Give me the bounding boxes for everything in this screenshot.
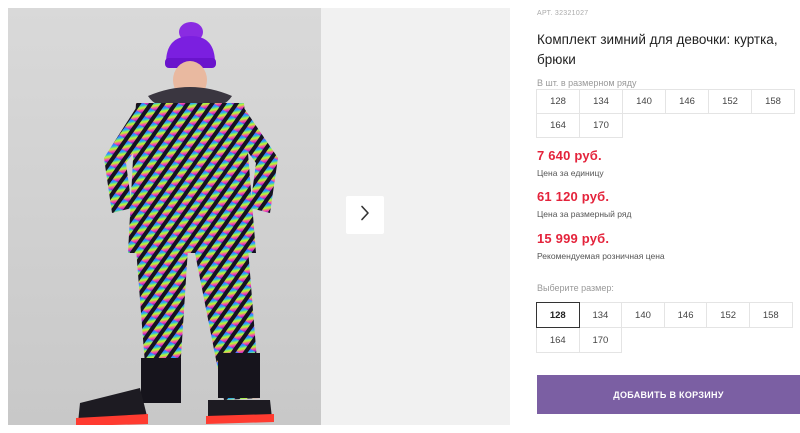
- size-row-grid: 128 134 140 146 152 158 164 170: [536, 89, 795, 138]
- size-row-cell: 158: [751, 89, 795, 114]
- size-row-cell: 152: [708, 89, 752, 114]
- product-title: Комплект зимний для девочки: куртка, брю…: [537, 32, 778, 67]
- size-row-cell: 164: [536, 113, 580, 138]
- product-image: [76, 22, 278, 425]
- size-option-128[interactable]: 128: [536, 302, 580, 328]
- size-row-cell: 134: [579, 89, 623, 114]
- size-option-164[interactable]: 164: [536, 327, 580, 353]
- size-row-cell: 170: [579, 113, 623, 138]
- size-select-grid: 128 134 140 146 152 158 164 170: [536, 302, 793, 353]
- size-option-170[interactable]: 170: [578, 327, 623, 353]
- size-option-152[interactable]: 152: [706, 302, 750, 328]
- size-option-134[interactable]: 134: [578, 302, 623, 328]
- chevron-right-icon: [358, 205, 372, 226]
- retail-price-caption: Рекомендуемая розничная цена: [537, 251, 665, 261]
- product-photo[interactable]: [8, 8, 321, 425]
- size-option-158[interactable]: 158: [748, 302, 793, 328]
- size-row-label: В шт. в размерном ряду: [537, 78, 637, 88]
- size-select-label: Выберите размер:: [537, 283, 614, 293]
- size-row-cell: 140: [622, 89, 666, 114]
- product-info: АРТ. 32321027 Комплект зимний для девочк…: [536, 0, 800, 433]
- product-gallery: [0, 0, 510, 433]
- size-option-146[interactable]: 146: [663, 302, 708, 328]
- next-image-button[interactable]: [346, 196, 384, 234]
- unit-price-caption: Цена за единицу: [537, 168, 604, 178]
- product-sku: АРТ. 32321027: [537, 10, 589, 17]
- size-option-140[interactable]: 140: [621, 302, 665, 328]
- add-to-cart-button[interactable]: ДОБАВИТЬ В КОРЗИНУ: [537, 375, 800, 414]
- row-price: 61 120 руб.: [537, 189, 610, 204]
- retail-price: 15 999 руб.: [537, 231, 610, 246]
- size-row-cell: 146: [665, 89, 709, 114]
- row-price-caption: Цена за размерный ряд: [537, 209, 632, 219]
- unit-price: 7 640 руб.: [537, 148, 602, 163]
- size-row-cell: 128: [536, 89, 580, 114]
